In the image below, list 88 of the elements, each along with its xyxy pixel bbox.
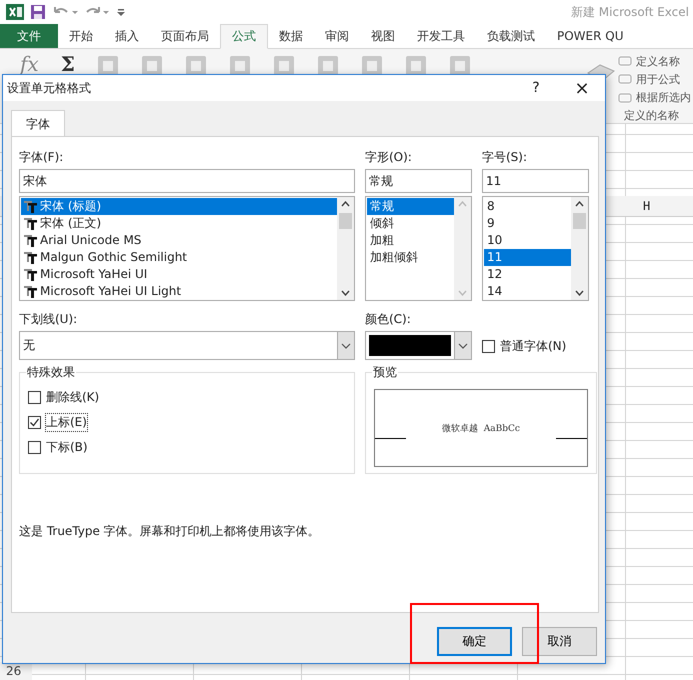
- list-item[interactable]: Malgun Gothic Semilight: [21, 249, 337, 266]
- help-button[interactable]: ?: [513, 80, 559, 96]
- text-field[interactable]: 11: [482, 169, 589, 193]
- ribbon-command[interactable]: 用于公式: [636, 72, 680, 87]
- scroll-down-icon: [341, 290, 350, 296]
- ribbon-command[interactable]: 根据所选内: [636, 90, 691, 106]
- list-item[interactable]: 加粗倾斜: [367, 249, 454, 266]
- chevron-down-icon: [341, 342, 351, 348]
- scroll-up-icon: [575, 201, 584, 207]
- label-icon: [618, 92, 632, 104]
- truetype-icon: [24, 251, 37, 264]
- underline-dropdown[interactable]: 无: [19, 331, 355, 360]
- list-item[interactable]: Arial Unicode MS: [21, 232, 337, 249]
- customize-icon: [116, 6, 126, 18]
- list-item[interactable]: 12: [484, 266, 571, 283]
- checkbox-label[interactable]: 普通字体(N): [500, 338, 566, 355]
- truetype-icon: [24, 234, 37, 247]
- list-item[interactable]: 8: [484, 198, 571, 215]
- scrollbar[interactable]: [454, 197, 471, 300]
- checkbox[interactable]: [28, 441, 41, 454]
- color-dropdown[interactable]: [365, 331, 472, 360]
- checkbox-label[interactable]: 删除线(K): [46, 389, 100, 406]
- ribbon-tab[interactable]: 公式: [220, 24, 268, 49]
- ribbon-tab[interactable]: 数据: [268, 24, 314, 48]
- field-label: 颜色(C):: [365, 311, 412, 328]
- list-item[interactable]: Microsoft YaHei UI: [21, 266, 337, 283]
- checkbox-label[interactable]: 上标(E): [46, 414, 87, 431]
- group-title: 预览: [372, 365, 398, 379]
- preview-text: 微软卓越 AaBbCc: [442, 422, 520, 434]
- scroll-down-icon: [458, 290, 467, 296]
- truetype-icon: [24, 268, 37, 281]
- save-icon: [30, 4, 46, 20]
- checkbox-label[interactable]: 下标(B): [46, 439, 88, 456]
- ribbon-tab[interactable]: 视图: [360, 24, 406, 48]
- list-item[interactable]: 宋体 (正文): [21, 215, 337, 232]
- field-label: 字形(O):: [365, 149, 413, 166]
- label-icon: [618, 73, 632, 86]
- checkbox[interactable]: [482, 340, 495, 353]
- description-text: 这是 TrueType 字体。屏幕和打印机上都将使用该字体。: [19, 523, 321, 540]
- group-title: 特殊效果: [26, 365, 76, 379]
- text-field[interactable]: 宋体: [19, 169, 355, 193]
- dialog-tab[interactable]: 字体: [11, 110, 65, 137]
- field-label: 字号(S):: [482, 149, 528, 166]
- scroll-up-icon: [341, 201, 350, 207]
- scroll-thumb[interactable]: [339, 213, 352, 229]
- ribbon-tab[interactable]: 开发工具: [406, 24, 476, 48]
- scroll-up-icon: [458, 201, 467, 207]
- ribbon-command[interactable]: 定义名称: [636, 54, 680, 69]
- list-item[interactable]: 常规: [367, 198, 454, 215]
- close-button[interactable]: ×: [559, 78, 605, 98]
- file-tab[interactable]: 文件: [0, 24, 58, 48]
- row-number: 26: [0, 662, 32, 680]
- label-icon: [618, 55, 632, 68]
- dialog-button[interactable]: 确定: [437, 627, 512, 656]
- truetype-icon: [24, 217, 37, 230]
- group-label: 定义的名称: [623, 108, 680, 123]
- checkbox[interactable]: [28, 391, 41, 404]
- list-item[interactable]: 宋体 (标题): [21, 198, 337, 215]
- truetype-icon: [24, 200, 37, 213]
- ribbon-tab[interactable]: 页面布局: [150, 24, 220, 48]
- ribbon-tab[interactable]: 负载测试: [476, 24, 546, 48]
- dialog-button[interactable]: 取消: [522, 627, 597, 656]
- excel-logo-icon: [6, 3, 24, 21]
- scrollbar[interactable]: [571, 197, 588, 300]
- chevron-down-icon: [458, 342, 468, 348]
- scrollbar[interactable]: [337, 197, 354, 300]
- list-item[interactable]: Microsoft YaHei UI Light: [21, 283, 337, 300]
- list-item[interactable]: 倾斜: [367, 215, 454, 232]
- checkbox[interactable]: [28, 416, 41, 429]
- scroll-down-icon: [575, 290, 584, 296]
- ribbon-tab[interactable]: 开始: [58, 24, 104, 48]
- field-label: 下划线(U):: [19, 311, 78, 328]
- truetype-icon: [24, 285, 37, 298]
- ribbon-tab[interactable]: 审阅: [314, 24, 360, 48]
- dialog-title: 设置单元格格式: [7, 80, 92, 96]
- window-title: 新建 Microsoft Excel: [570, 4, 689, 20]
- column-header: H: [643, 198, 650, 215]
- list-item[interactable]: 9: [484, 215, 571, 232]
- sum-icon[interactable]: Σ: [60, 53, 75, 75]
- list-item[interactable]: 10: [484, 232, 571, 249]
- list-item[interactable]: 加粗: [367, 232, 454, 249]
- ribbon-tab[interactable]: POWER QU: [546, 24, 635, 48]
- field-label: 字体(F):: [19, 149, 64, 166]
- text-field[interactable]: 常规: [365, 169, 472, 193]
- list-item[interactable]: 14: [484, 283, 571, 300]
- list-item[interactable]: 11: [484, 249, 571, 266]
- ribbon-tab[interactable]: 插入: [104, 24, 150, 48]
- scroll-thumb[interactable]: [573, 213, 586, 229]
